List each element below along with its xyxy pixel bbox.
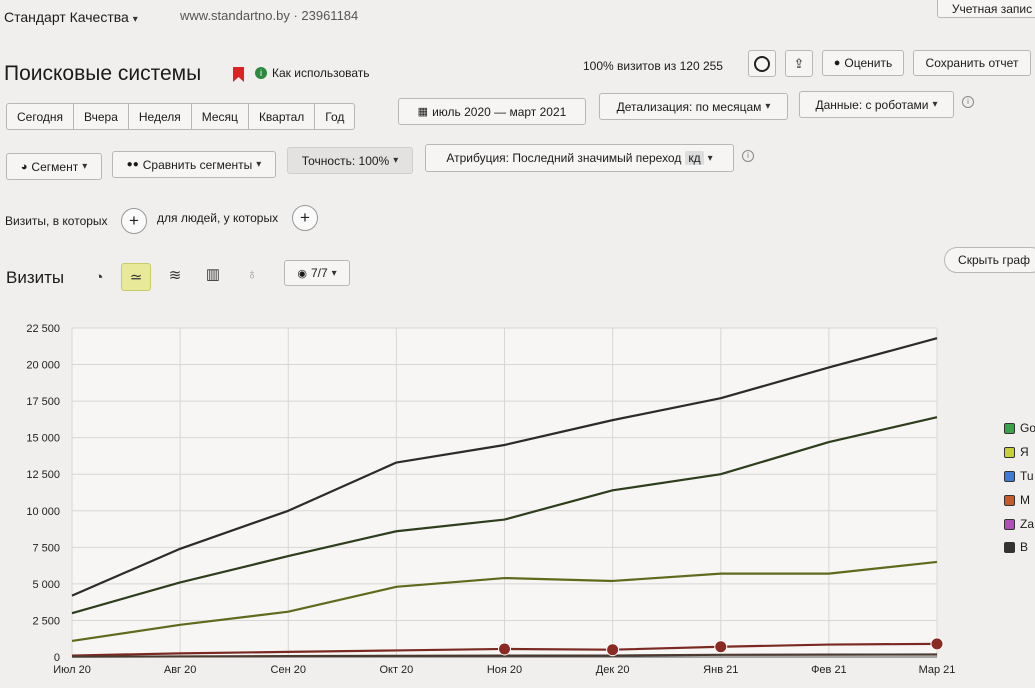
tab-quarter[interactable]: Квартал (249, 104, 316, 129)
annotation-marker (498, 642, 511, 656)
y-tick-label: 15 000 (26, 433, 60, 445)
save-report-button[interactable]: Сохранить отчет (913, 50, 1031, 76)
attribution-select[interactable]: Атрибуция: Последний значимый переход кд… (425, 144, 734, 172)
tab-yesterday[interactable]: Вчера (74, 104, 129, 129)
y-tick-label: 0 (54, 652, 60, 664)
history-button[interactable] (748, 50, 776, 77)
hide-chart-button[interactable]: Скрыть граф (944, 247, 1035, 273)
y-tick-label: 17 500 (26, 396, 60, 408)
checkbox-icon (1004, 518, 1015, 530)
chevron-down-icon: ▾ (393, 155, 399, 166)
chevron-down-icon: ▾ (132, 14, 138, 25)
checkbox-icon (1004, 446, 1015, 458)
series-line (71, 560, 938, 643)
site-info: www.standartno.by · 23961184 (180, 8, 359, 23)
annotation-marker (714, 640, 728, 654)
x-tick-label: Янв 21 (703, 664, 738, 676)
checkbox-icon (1004, 494, 1015, 506)
page-title: Поисковые системы (4, 62, 202, 85)
add-visit-condition-button[interactable]: + (121, 208, 147, 234)
chevron-down-icon: ▾ (707, 152, 713, 164)
y-tick-label: 22 500 (26, 323, 60, 335)
add-people-condition-button[interactable]: + (292, 205, 318, 231)
x-tick-label: Авг 20 (164, 664, 196, 676)
x-tick-label: Ноя 20 (487, 664, 522, 676)
series-selector[interactable]: ◉ 7/7 ▾ (284, 260, 350, 286)
chevron-down-icon: ▾ (932, 99, 938, 110)
segment-button[interactable]: ◕ Сегмент ▾ (6, 153, 102, 180)
clock-icon (754, 55, 770, 72)
area-chart-icon[interactable]: ≋ (160, 261, 190, 289)
y-tick-label: 12 500 (26, 469, 60, 481)
info-icon: i (255, 67, 267, 79)
rate-button[interactable]: ● Оценить (822, 50, 904, 76)
y-tick-label: 7 500 (32, 542, 60, 554)
y-tick-label: 10 000 (26, 506, 60, 518)
export-button[interactable]: ⇪ (785, 50, 813, 77)
compare-segments-button[interactable]: ●● Сравнить сегменты ▾ (112, 151, 276, 178)
upload-icon: ⇪ (793, 55, 805, 71)
bar-chart-icon[interactable]: ▥ (198, 260, 228, 288)
help-icon[interactable]: i (742, 150, 754, 162)
series-line (71, 642, 938, 657)
metric-label: Визиты (6, 268, 65, 287)
tab-today[interactable]: Сегодня (7, 104, 74, 129)
counter-selector[interactable]: Стандарт Качества ▾ (4, 9, 138, 25)
legend-item[interactable]: M (1004, 493, 1030, 507)
chevron-down-icon: ▾ (765, 101, 771, 112)
data-mode-select[interactable]: Данные: с роботами ▾ (799, 91, 954, 118)
legend-item[interactable]: Za (1004, 517, 1034, 531)
y-tick-label: 5 000 (32, 579, 60, 591)
annotation-marker (930, 637, 944, 651)
series-line (71, 653, 938, 658)
legend-item[interactable]: Я (1004, 445, 1029, 459)
how-to-use-link[interactable]: i Как использовать (255, 66, 370, 80)
x-tick-label: Окт 20 (379, 664, 413, 676)
plot-area (72, 328, 937, 657)
pie-chart-icon[interactable]: ◔ (84, 263, 114, 291)
tab-year[interactable]: Год (315, 104, 354, 129)
annotation-marker (606, 643, 620, 657)
attribution-badge: кд (685, 151, 704, 165)
period-tabs: Сегодня Вчера Неделя Месяц Квартал Год (6, 103, 356, 130)
chevron-down-icon: ▾ (256, 159, 262, 170)
calendar-icon: ▦ (417, 106, 429, 118)
visits-info: 100% визитов из 120 255 (583, 59, 723, 73)
chevron-down-icon: ▾ (331, 267, 337, 279)
help-icon[interactable]: i (962, 96, 974, 108)
pie-icon: ◕ (20, 160, 28, 173)
visits-filter-label: Визиты, в которых (5, 214, 108, 228)
counter-name: Стандарт Качества (4, 9, 129, 25)
legend-item[interactable]: В (1004, 540, 1028, 554)
tab-week[interactable]: Неделя (129, 104, 192, 129)
y-tick-label: 20 000 (26, 360, 60, 372)
x-tick-label: Сен 20 (271, 664, 306, 676)
line-chart-icon[interactable]: ≃ (121, 263, 151, 291)
people-filter-label: для людей, у которых (157, 211, 279, 225)
y-tick-label: 2 500 (32, 615, 60, 627)
series-line (71, 337, 938, 597)
comment-icon: ◉ (297, 267, 307, 280)
x-tick-label: Дек 20 (596, 664, 630, 676)
checkbox-icon (1004, 470, 1015, 482)
thumbs-icon: ● (833, 57, 841, 69)
x-tick-label: Июл 20 (53, 664, 91, 676)
compare-icon: ●● (126, 159, 139, 170)
x-tick-label: Мар 21 (919, 664, 956, 676)
date-range-button[interactable]: ▦ июль 2020 — март 2021 (398, 98, 586, 125)
legend-item[interactable]: Go (1004, 421, 1035, 435)
bookmark-icon[interactable] (233, 67, 244, 87)
series-line (71, 416, 938, 615)
checkbox-icon (1004, 422, 1015, 434)
accuracy-select[interactable]: Точность: 100% ▾ (287, 147, 413, 174)
tab-month[interactable]: Месяц (192, 104, 249, 129)
chevron-down-icon: ▾ (82, 161, 88, 172)
legend-item[interactable]: Tu (1004, 469, 1034, 483)
checkbox-icon (1004, 541, 1015, 553)
x-tick-label: Фев 21 (811, 664, 847, 676)
map-pin-icon[interactable]: ♁ (237, 260, 267, 288)
detail-select[interactable]: Детализация: по месяцам ▾ (599, 93, 788, 120)
account-button[interactable]: Учетная запис (937, 0, 1035, 18)
